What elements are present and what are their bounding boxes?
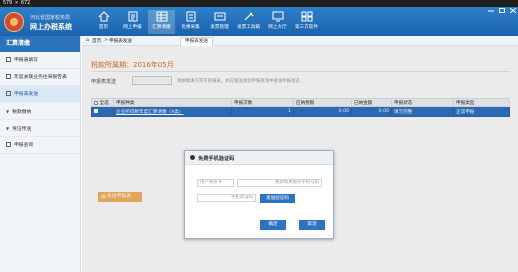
apps-icon (301, 11, 312, 22)
sidebar-item-fill-form[interactable]: 申报表填写 (0, 52, 80, 69)
monitor-icon (272, 11, 283, 22)
sidebar-item-label: 申报表填写 (14, 58, 38, 63)
document-icon (186, 11, 195, 22)
nav-label: 网上申报 (123, 25, 142, 30)
role-select[interactable]: 用户身份 ▾ (197, 179, 234, 187)
form-icon (128, 11, 137, 22)
invoice-icon (214, 12, 225, 21)
minimize-icon[interactable] (488, 8, 494, 13)
close-icon[interactable] (510, 8, 516, 13)
search-icon (6, 142, 11, 147)
cancel-button[interactable]: 取消 (299, 220, 325, 230)
sidebar: 汇算清缴 申报表填写 年度关联业务往来报告表 申报表发送 ▼ 税款缴纳 ▼ 凭证传送… (0, 36, 81, 272)
dialog-title: 免费手机验证码 (198, 156, 235, 162)
sidebar-item-voucher[interactable]: ▼ 凭证传送 (0, 120, 80, 137)
verification-code-input[interactable]: 手机验证码 (197, 194, 256, 202)
sidebar-item-label: 申报查询 (14, 143, 34, 148)
window-size-label: 579 × 672 (0, 0, 518, 7)
nav-annual-settlement[interactable]: 汇算清缴 (148, 10, 175, 34)
nav-home[interactable]: 首页 (90, 10, 117, 34)
home-icon (98, 11, 109, 22)
sidebar-item-send-form[interactable]: 申报表发送 (0, 86, 80, 103)
nav-third-party[interactable]: 第三方软件 (293, 10, 320, 34)
nav-label: 首页 (98, 25, 109, 30)
sidebar-header: 汇算清缴 (0, 36, 80, 52)
restore-icon[interactable] (499, 8, 505, 13)
nav-label: 优惠采集 (181, 25, 200, 30)
send-code-button[interactable]: 发送验证码 (260, 194, 295, 203)
nav-online-filing[interactable]: 网上申报 (119, 10, 146, 34)
nav-online-hall[interactable]: 网上大厅 (264, 10, 291, 34)
breadcrumb-current: 申报表发送 (109, 39, 132, 44)
confirm-button[interactable]: 确定 (260, 220, 286, 230)
nav-label: 网上大厅 (268, 25, 287, 30)
dialog-header: 免费手机验证码 (185, 151, 333, 165)
dialog-icon (190, 155, 195, 160)
sidebar-item-label: 年度关联业务往来报告表 (14, 75, 67, 80)
breadcrumb-separator: > (104, 38, 108, 43)
tab-send-form[interactable]: 申报表发送 (180, 37, 213, 46)
sidebar-item-query[interactable]: 申报查询 (0, 137, 80, 154)
nav-preferential[interactable]: 优惠采集 (177, 10, 204, 34)
nav-invoice-toolbox[interactable]: 发票工具箱 (235, 10, 262, 34)
nav-invoice-management[interactable]: 发票管理 (206, 10, 233, 34)
home-crumb-icon[interactable]: ⌂ (86, 38, 89, 43)
tax-logo-icon (4, 12, 24, 32)
sms-verification-dialog: 免费手机验证码 用户身份 ▾ 税款机关留存手机号码 手机验证码 发送验证码 确定… (184, 150, 334, 239)
send-icon (6, 91, 11, 96)
breadcrumb-home[interactable]: 首页 (92, 38, 101, 44)
sidebar-item-label: 税款缴纳 (12, 110, 32, 115)
nav-label: 汇算清缴 (152, 25, 171, 30)
toolbox-icon (244, 12, 253, 21)
report-icon (6, 74, 11, 79)
nav-label: 发票工具箱 (237, 25, 260, 30)
sidebar-item-label: 凭证传送 (12, 127, 32, 132)
nav-label: 第三方软件 (295, 25, 318, 30)
nav-label: 发票管理 (210, 25, 229, 30)
chevron-down-icon: ▼ (6, 109, 10, 114)
chevron-down-icon: ▼ (6, 126, 10, 131)
brand-subtitle: 河北省国家税务局 (30, 15, 71, 21)
grid-icon (156, 11, 167, 22)
sidebar-item-tax-payment[interactable]: ▼ 税款缴纳 (0, 103, 80, 120)
app-header: 河北省国家税务局 网上办税系统 首页 网上申报 汇算清缴 优惠采集 发票管理 发… (0, 7, 518, 36)
phone-input[interactable]: 税款机关留存手机号码 (237, 179, 322, 187)
brand-title: 网上办税系统 (30, 23, 72, 31)
breadcrumb: ⌂ 首页 > 申报表发送 申报表发送 (82, 36, 518, 46)
edit-icon (6, 57, 11, 62)
sidebar-item-label: 申报表发送 (14, 92, 38, 97)
sidebar-item-related-report[interactable]: 年度关联业务往来报告表 (0, 69, 80, 86)
